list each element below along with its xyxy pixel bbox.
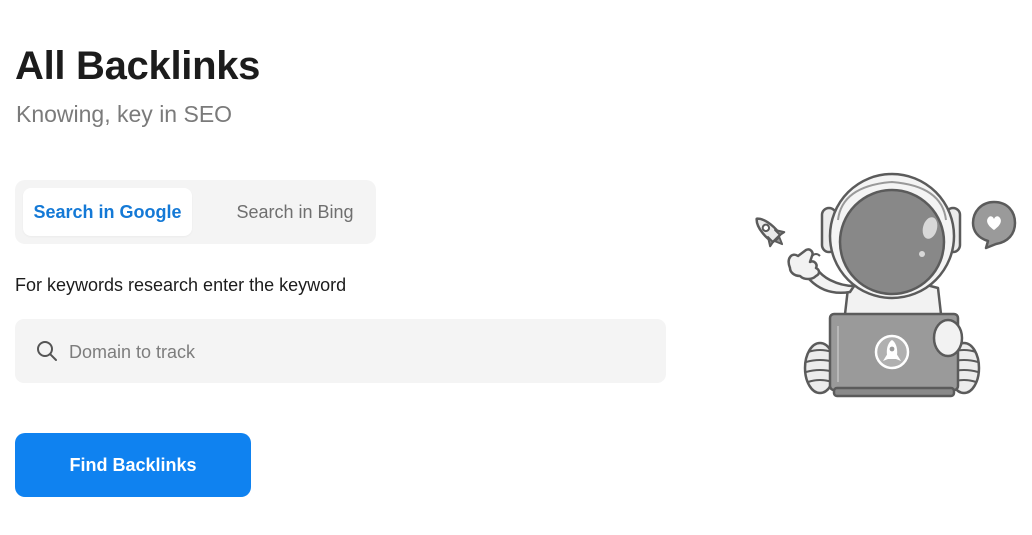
page-title: All Backlinks	[15, 44, 261, 88]
find-backlinks-button[interactable]: Find Backlinks	[15, 433, 251, 497]
search-engine-tabs: Search in Google Search in Bing	[15, 180, 376, 244]
keyword-prompt: For keywords research enter the keyword	[15, 275, 347, 295]
astronaut-helmet	[828, 172, 956, 300]
search-icon	[37, 341, 57, 361]
heart-speech-bubble-icon	[971, 200, 1017, 250]
right-hand	[932, 318, 964, 358]
rocket-icon	[755, 217, 786, 248]
tab-search-google[interactable]: Search in Google	[23, 188, 192, 236]
page-subtitle: Knowing, key in SEO	[16, 101, 233, 127]
domain-search-input[interactable]	[67, 331, 651, 373]
domain-search-field[interactable]	[15, 319, 666, 383]
backlinks-page: All Backlinks Knowing, key in SEO Search…	[0, 0, 1032, 535]
tab-search-bing[interactable]: Search in Bing	[215, 188, 375, 236]
astronaut-illustration	[755, 172, 1017, 398]
